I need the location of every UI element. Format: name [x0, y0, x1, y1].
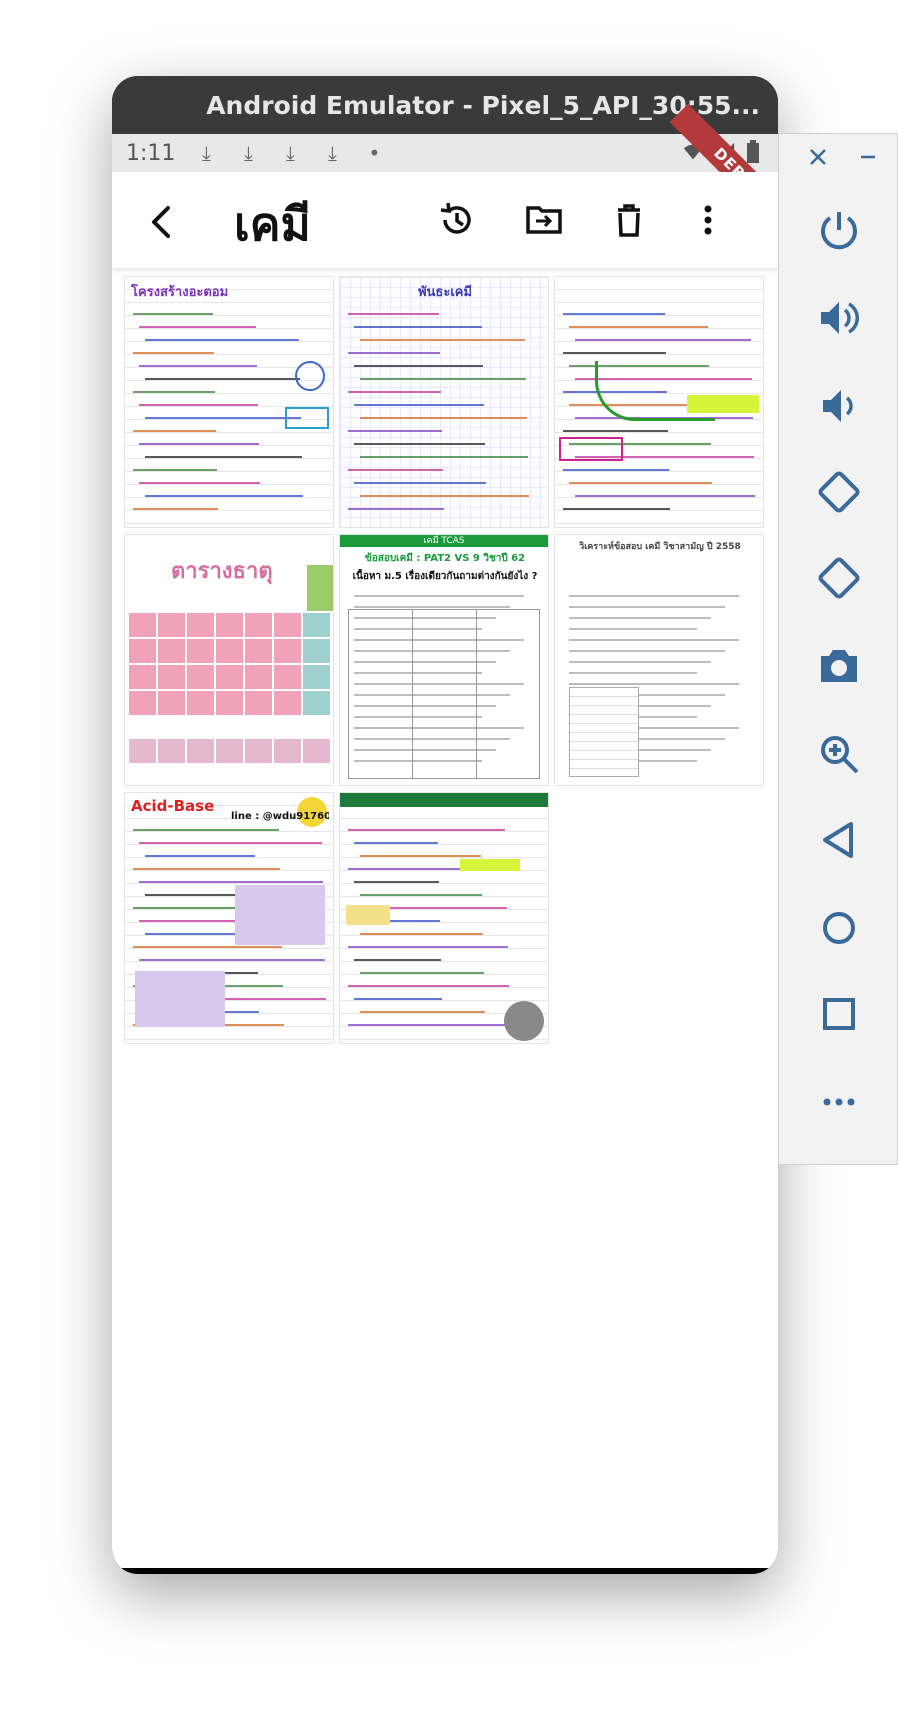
overview-icon[interactable] [815, 990, 863, 1038]
volume-up-icon[interactable] [815, 294, 863, 342]
status-time: 1:11 [126, 140, 176, 166]
more-icon[interactable] [815, 1078, 863, 1126]
battery-icon [747, 140, 759, 163]
thumbnail-subtitle: เนื้อหา ม.5 เรื่องเดียวกันถามต่างกันยังไ… [352, 571, 538, 582]
thumbnail-badge: เคมี TCAS [340, 535, 548, 547]
more-vert-icon[interactable] [688, 200, 728, 240]
minimize-icon[interactable] [857, 146, 879, 168]
emulator-window: Android Emulator - Pixel_5_API_30:55... … [112, 76, 778, 1574]
dot-icon: • [368, 141, 381, 165]
zoom-icon[interactable] [815, 730, 863, 778]
camera-icon[interactable] [815, 642, 863, 690]
image-thumbnail[interactable]: ตารางธาตุ [124, 534, 334, 786]
image-thumbnail[interactable]: วิเคราะห์ข้อสอบ เคมี วิชาสามัญ ปี 2558 [554, 534, 764, 786]
download-icon: ⤓ [243, 141, 253, 165]
emulator-side-toolbar [778, 133, 898, 1165]
image-thumbnail[interactable]: พันธะเคมี [339, 276, 549, 528]
image-thumbnail[interactable] [339, 792, 549, 1044]
thumbnail-title: ข้อสอบเคมี : PAT2 VS 9 วิชาปี 62 [364, 553, 526, 564]
power-icon[interactable] [815, 206, 863, 254]
download-icon: ⤓ [327, 141, 337, 165]
thumbnail-title: พันธะเคมี [417, 285, 473, 300]
download-icon: ⤓ [285, 141, 295, 165]
back-icon[interactable] [142, 202, 182, 242]
rotate-left-icon[interactable] [815, 468, 863, 516]
volume-down-icon[interactable] [815, 382, 863, 430]
image-grid: โครงสร้างอะตอม พันธะเคมีตารางธาตุ เคมี TCA… [124, 276, 764, 1044]
delete-icon[interactable] [609, 200, 649, 240]
move-to-folder-icon[interactable] [524, 200, 564, 240]
home-icon[interactable] [815, 904, 863, 952]
image-thumbnail[interactable]: Acid-Base line : @wdu91760 [124, 792, 334, 1044]
page-title: เคมี [234, 197, 311, 251]
thumbnail-title: วิเคราะห์ข้อสอบ เคมี วิชาสามัญ ปี 2558 [579, 542, 741, 552]
status-bar: 1:11 ⤓ ⤓ ⤓ ⤓ • DEBUG [112, 103, 778, 243]
thumbnail-subtitle: line : @wdu91760 [231, 811, 329, 822]
system-nav-bar [112, 1568, 778, 1574]
rotate-right-icon[interactable] [815, 554, 863, 602]
device-screen[interactable]: 1:11 ⤓ ⤓ ⤓ ⤓ • DEBUG เคมี [112, 103, 778, 1574]
image-thumbnail[interactable]: เคมี TCAS ข้อสอบเคมี : PAT2 VS 9 วิชาปี 6… [339, 534, 549, 786]
thumbnail-title: โครงสร้างอะตอม [131, 285, 229, 300]
history-icon[interactable] [437, 200, 477, 240]
image-thumbnail[interactable]: โครงสร้างอะตอม [124, 276, 334, 528]
download-icon: ⤓ [201, 141, 211, 165]
image-thumbnail[interactable] [554, 276, 764, 528]
back-icon[interactable] [815, 816, 863, 864]
app-bar: เคมี [112, 172, 778, 268]
thumbnail-title: ตารางธาตุ [171, 559, 273, 584]
close-icon[interactable] [807, 146, 829, 168]
